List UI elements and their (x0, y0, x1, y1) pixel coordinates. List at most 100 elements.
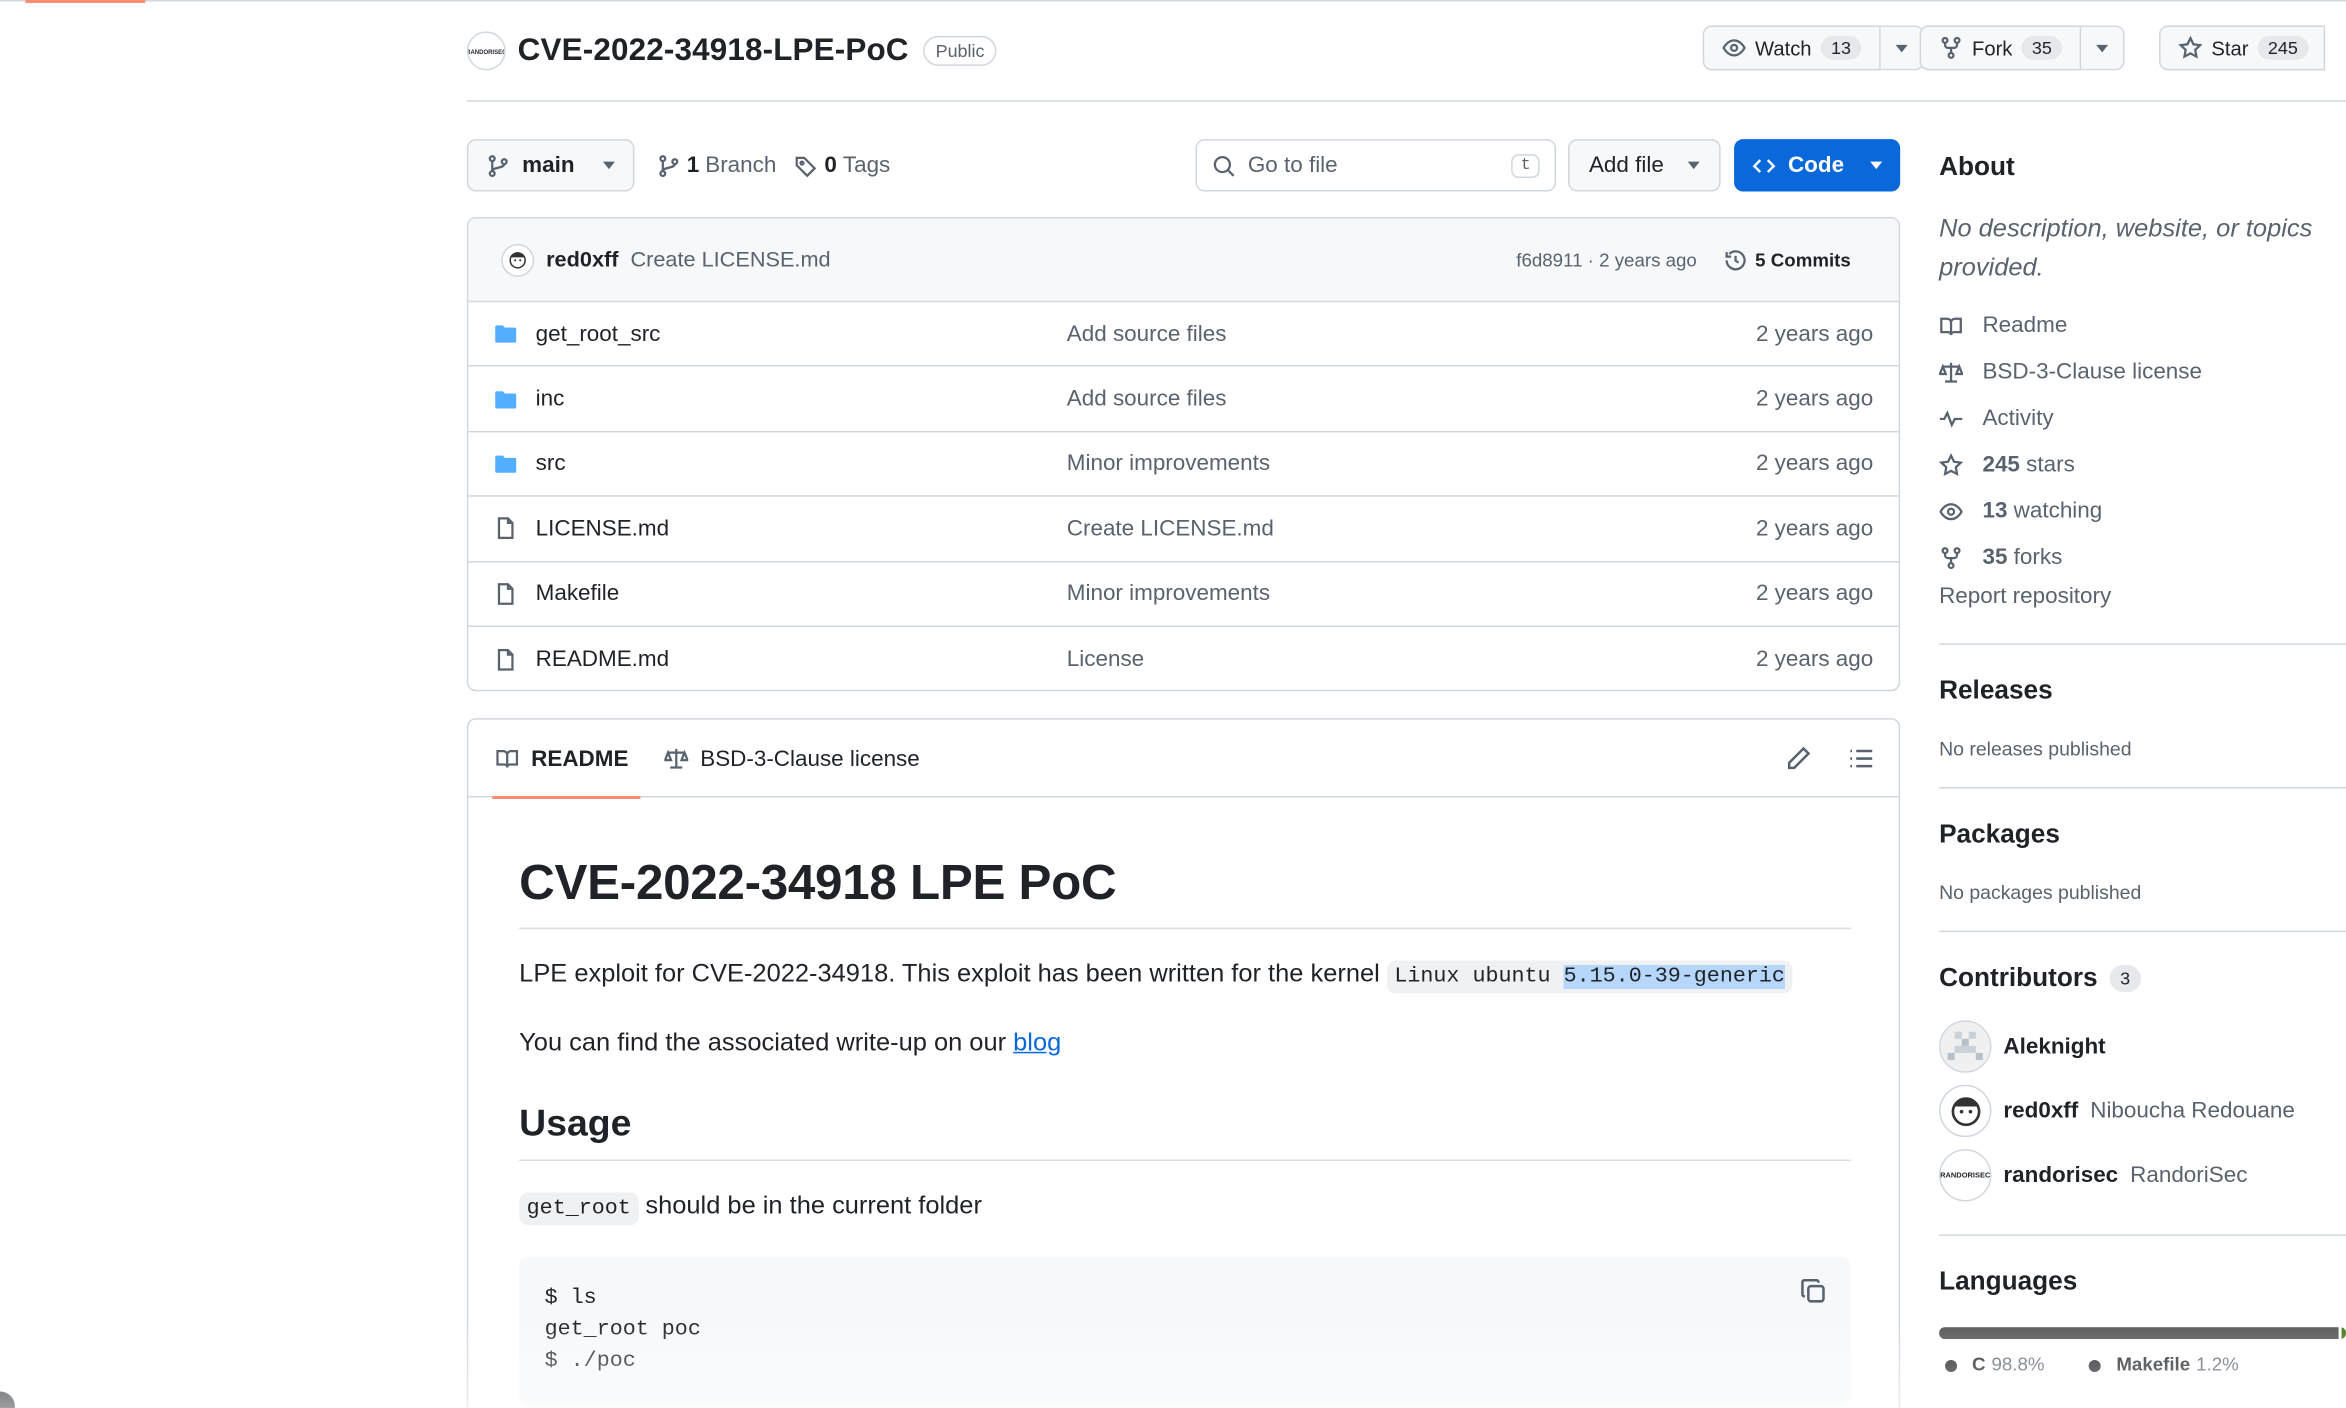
active-nav-underline (25, 0, 146, 3)
branches-link[interactable]: 1 Branch (657, 139, 776, 191)
language-name: Makefile (2116, 1354, 2191, 1376)
branch-name: main (522, 152, 575, 179)
file-row[interactable]: src Minor improvements 2 years ago (468, 432, 1899, 497)
file-row[interactable]: README.md License 2 years ago (468, 627, 1898, 690)
code-line: $ ls (544, 1286, 597, 1311)
contributor-item[interactable]: Aleknight (1939, 1014, 2346, 1078)
owner-avatar[interactable]: RANDORISEC (466, 31, 506, 71)
fork-icon (1941, 36, 1961, 59)
file-name[interactable]: src (536, 451, 566, 476)
outline-icon[interactable] (1848, 745, 1875, 772)
get-root-code: get_root (519, 1192, 639, 1226)
code-button[interactable]: Code (1734, 139, 1901, 192)
readme-paragraph-1: LPE exploit for CVE-2022-34918. This exp… (519, 953, 1851, 998)
language-list: C 98.8% Makefile 1.2% (1939, 1354, 2346, 1375)
sidebar-item-watching[interactable]: 13 watching (1939, 488, 2346, 534)
file-name[interactable]: inc (536, 386, 565, 411)
commits-link[interactable]: 5 Commits (1724, 248, 1851, 272)
releases-title[interactable]: Releases (1939, 675, 2346, 706)
tab-readme[interactable]: README (492, 720, 641, 799)
sidebar-item-text: Readme (1982, 313, 2067, 338)
sidebar-item-text: 245 stars (1982, 452, 2074, 477)
avatar (1939, 1020, 1992, 1073)
fork-icon (1941, 546, 1961, 569)
readme-p1-text: LPE exploit for CVE-2022-34918. This exp… (519, 959, 1380, 988)
pencil-icon[interactable] (1785, 745, 1812, 772)
file-row[interactable]: get_root_src Add source files 2 years ago (468, 302, 1899, 368)
tags-link[interactable]: 0 Tags (794, 139, 890, 191)
file-commit-message[interactable]: Minor improvements (1067, 451, 1270, 476)
star-label: Star (2211, 36, 2249, 60)
about-description: No description, website, or topics provi… (1939, 213, 2313, 282)
file-row[interactable]: inc Add source files 2 years ago (468, 367, 1899, 433)
file-name[interactable]: LICENSE.md (536, 516, 669, 541)
sidebar-item-readme[interactable]: Readme (1939, 302, 2346, 348)
language-bar-segment (2341, 1327, 2346, 1340)
sidebar-item-forks[interactable]: 35 forks (1939, 534, 2346, 580)
star-group: Star 245 (2159, 25, 2325, 71)
watch-dropdown-button[interactable] (1880, 25, 1925, 71)
contributors-title[interactable]: Contributors 3 (1939, 962, 2346, 993)
go-to-file-input[interactable]: Go to file t (1195, 139, 1557, 192)
readme-p2-text: You can find the associated write-up on … (519, 1027, 1007, 1057)
blog-link[interactable]: blog (1013, 1028, 1061, 1056)
language-item[interactable]: Makefile 1.2% (2089, 1354, 2239, 1376)
language-bar-segment (1939, 1327, 2339, 1340)
fork-button[interactable]: Fork 35 (1919, 25, 2082, 71)
copy-icon[interactable] (1800, 1278, 1827, 1305)
commit-author[interactable]: red0xff (546, 248, 618, 272)
go-to-file-placeholder: Go to file (1247, 152, 1338, 179)
languages-title: Languages (1939, 1265, 2078, 1296)
sidebar-item-count: 13 (1982, 498, 2008, 524)
sidebar-item-label: Readme (1982, 312, 2068, 339)
language-item[interactable]: C 98.8% (1945, 1354, 2045, 1376)
sidebar-item-activity[interactable]: Activity (1939, 395, 2346, 441)
language-dot (1945, 1359, 1958, 1372)
sidebar-item-text: 35 forks (1982, 545, 2062, 570)
file-commit-message[interactable]: Minor improvements (1067, 581, 1270, 606)
file-name[interactable]: get_root_src (536, 321, 661, 346)
watch-label: Watch (1755, 36, 1812, 60)
file-date: 2 years ago (1755, 451, 1874, 477)
avatar[interactable] (501, 243, 535, 277)
report-repository-link[interactable]: Report repository (1939, 584, 2346, 617)
file-name[interactable]: README.md (536, 647, 669, 672)
repo-title[interactable]: CVE-2022-34918-LPE-PoC (518, 33, 909, 69)
file-commit-message[interactable]: License (1067, 647, 1144, 672)
contributor-item[interactable]: RANDORISEC randorisec RandoriSec (1939, 1143, 2346, 1207)
commit-message[interactable]: Create LICENSE.md (630, 248, 830, 272)
sidebar-item-label: watching (2013, 498, 2103, 524)
star-icon (1939, 452, 1964, 476)
sidebar-item-stars[interactable]: 245 stars (1939, 441, 2346, 487)
file-commit-message[interactable]: Add source files (1067, 386, 1227, 411)
file-row[interactable]: Makefile Minor improvements 2 years ago (468, 562, 1899, 627)
watch-count: 13 (1820, 35, 1862, 60)
sidebar-item-bsd-3-clause-license[interactable]: BSD-3-Clause license (1939, 349, 2346, 395)
branch-icon (488, 154, 508, 177)
sidebar-item-text: Activity (1982, 405, 2053, 430)
language-percent: 98.8% (1991, 1354, 2045, 1376)
packages-title[interactable]: Packages (1939, 818, 2346, 849)
watch-button[interactable]: Watch 13 (1702, 25, 1881, 71)
branch-selector[interactable]: main (466, 139, 635, 192)
code-block: $ ls get_root poc $ ./poc (519, 1256, 1851, 1407)
kernel-code-prefix: Linux ubuntu (1394, 965, 1564, 989)
language-percent: 1.2% (2196, 1354, 2239, 1376)
face-icon (1950, 1096, 1980, 1126)
watch-group: Watch 13 (1702, 25, 1925, 71)
file-commit-message[interactable]: Add source files (1067, 321, 1227, 346)
star-icon (2178, 35, 2203, 59)
code-line: get_root poc (544, 1318, 701, 1343)
fork-dropdown-button[interactable] (2081, 25, 2126, 71)
file-name[interactable]: Makefile (536, 581, 620, 606)
file-commit-message[interactable]: Create LICENSE.md (1067, 516, 1274, 541)
file-date: 2 years ago (1755, 646, 1874, 673)
tab-license[interactable]: BSD-3-Clause license (664, 720, 920, 798)
commit-meta[interactable]: f6d8911 · 2 years ago (1516, 249, 1697, 270)
star-button[interactable]: Star 245 (2159, 25, 2325, 71)
add-file-button[interactable]: Add file (1568, 139, 1721, 192)
file-row[interactable]: LICENSE.md Create LICENSE.md 2 years ago (468, 497, 1899, 562)
search-icon (1213, 155, 1235, 176)
contributor-item[interactable]: red0xff Niboucha Redouane (1939, 1079, 2346, 1143)
repo-header: RANDORISEC CVE-2022-34918-LPE-PoC Public (466, 27, 997, 75)
